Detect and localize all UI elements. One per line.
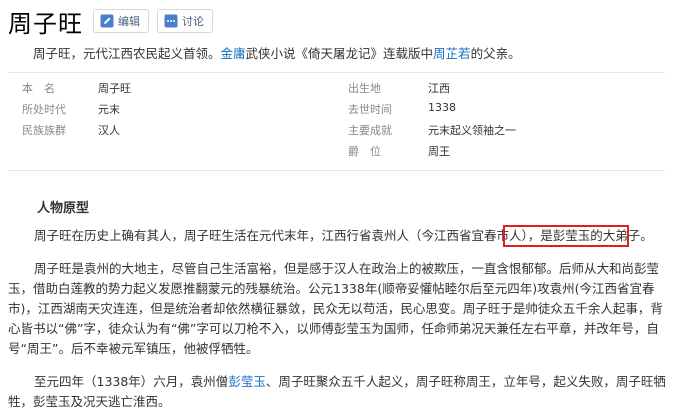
paragraph-text: 周子旺在历史上确有其人，周子旺生活在元代末年，江西行省袁州人（今江西省宜春市人）… — [34, 228, 541, 243]
info-row: 所处时代 元末 去世时间 1338 — [22, 101, 622, 122]
info-row: 本 名 周子旺 出生地 江西 — [22, 80, 622, 101]
title-row: 周子旺 编辑 讨论 — [8, 4, 221, 38]
discuss-button[interactable]: 讨论 — [157, 9, 213, 33]
discuss-button-label: 讨论 — [182, 15, 204, 28]
paragraph-3: 至元四年（1338年）六月，袁州僧彭莹玉、周子旺聚众五千人起义，周子旺称周王，立… — [8, 372, 666, 412]
summary-part: 的父亲。 — [470, 46, 521, 61]
paragraph-2: 周子旺是袁州的大地主，尽管自己生活富裕，但是感于汉人在政治上的被欺压，一直含恨郁… — [8, 261, 663, 356]
divider — [8, 170, 665, 171]
info-key: 所处时代 — [22, 103, 66, 116]
summary-part: 周子旺，元代江西农民起义首领。 — [33, 46, 221, 61]
highlight-box — [503, 225, 629, 247]
info-key: 去世时间 — [348, 103, 392, 116]
info-value: 元末 — [98, 103, 120, 116]
info-value: 江西 — [428, 82, 450, 95]
info-key: 出生地 — [348, 82, 381, 95]
info-key: 本 名 — [22, 82, 55, 95]
section-heading: 人物原型 — [37, 201, 90, 216]
link-peng-yingyu[interactable]: 彭莹玉 — [228, 374, 266, 389]
basic-info-table: 本 名 周子旺 出生地 江西 所处时代 元末 去世时间 1338 民族族群 汉人… — [22, 80, 622, 164]
info-value: 汉人 — [98, 124, 120, 137]
info-value: 元末起义领袖之一 — [428, 124, 516, 137]
info-value: 1338 — [428, 101, 456, 114]
divider — [8, 72, 665, 73]
edit-button-label: 编辑 — [118, 15, 140, 28]
chat-icon — [164, 14, 178, 28]
link-zhou-zhiruo[interactable]: 周芷若 — [433, 46, 471, 61]
info-key: 主要成就 — [348, 124, 392, 137]
summary-text: 周子旺，元代江西农民起义首领。金庸武侠小说《倚天屠龙记》连载版中周芷若的父亲。 — [33, 43, 521, 62]
link-jin-yong[interactable]: 金庸 — [221, 46, 246, 61]
pencil-icon — [100, 14, 114, 28]
info-row: 民族族群 汉人 主要成就 元末起义领袖之一 — [22, 122, 622, 143]
edit-button[interactable]: 编辑 — [93, 9, 149, 33]
paragraph-text: 至元四年（1338年）六月，袁州僧 — [34, 374, 229, 389]
info-value: 周王 — [428, 145, 450, 158]
info-key: 民族族群 — [22, 124, 66, 137]
info-row: 爵 位 周王 — [22, 143, 622, 164]
summary-part: 武侠小说《倚天屠龙记》连载版中 — [245, 46, 434, 61]
info-key: 爵 位 — [348, 145, 381, 158]
page-title: 周子旺 — [8, 9, 83, 38]
info-value: 周子旺 — [98, 82, 131, 95]
